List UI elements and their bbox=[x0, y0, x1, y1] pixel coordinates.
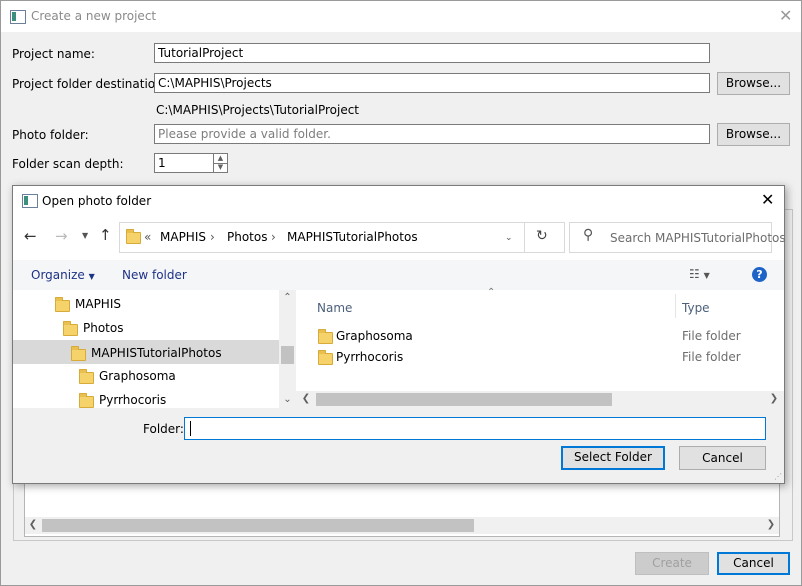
tree-item-label: Graphosoma bbox=[99, 369, 176, 383]
tree-item-maphis[interactable]: MAPHIS bbox=[55, 294, 279, 314]
picker-close-icon[interactable]: ✕ bbox=[761, 190, 774, 209]
file-horizontal-scrollbar[interactable]: ❮ ❯ bbox=[296, 391, 784, 408]
scroll-right-icon[interactable]: ❯ bbox=[768, 393, 780, 404]
folder-icon bbox=[55, 297, 70, 312]
column-divider[interactable] bbox=[675, 294, 676, 318]
column-header-name[interactable]: Name bbox=[317, 301, 352, 315]
tree-item-label: MAPHISTutorialPhotos bbox=[91, 346, 222, 360]
folder-label: Folder: bbox=[143, 422, 184, 436]
scan-depth-input[interactable]: 1 bbox=[154, 153, 214, 173]
scroll-down-icon[interactable]: ⌄ bbox=[281, 394, 294, 405]
address-overflow[interactable]: « bbox=[144, 230, 151, 244]
scroll-right-icon[interactable]: ❯ bbox=[765, 519, 777, 530]
file-name: Pyrrhocoris bbox=[336, 350, 404, 364]
file-list: ⌃ Name Type Graphosoma File folder Pyrrh… bbox=[296, 287, 784, 408]
address-divider bbox=[524, 223, 525, 252]
tree-item-pyrrhocoris[interactable]: Pyrrhocoris bbox=[79, 390, 279, 408]
text-cursor bbox=[190, 421, 191, 436]
crumb-separator-icon: › bbox=[210, 230, 215, 244]
file-name: Graphosoma bbox=[336, 329, 413, 343]
tree-item-tutorial-photos[interactable]: MAPHISTutorialPhotos bbox=[13, 340, 279, 364]
file-type: File folder bbox=[682, 350, 741, 364]
project-name-input[interactable]: TutorialProject bbox=[154, 43, 710, 63]
resize-grip-icon[interactable]: ⋰ bbox=[774, 472, 782, 481]
picker-app-icon bbox=[22, 194, 38, 208]
scan-depth-stepper[interactable]: ▲ ▼ bbox=[213, 153, 228, 173]
recent-locations-chevron-icon[interactable]: ▼ bbox=[82, 231, 88, 240]
picker-cancel-button[interactable]: Cancel bbox=[679, 446, 766, 470]
address-dropdown-chevron-icon[interactable]: ⌄ bbox=[505, 233, 513, 243]
navigation-tree: MAPHIS Photos MAPHISTutorialPhotos Graph… bbox=[13, 290, 279, 408]
select-folder-button[interactable]: Select Folder bbox=[561, 446, 665, 470]
search-box[interactable]: ⚲ Search MAPHISTutorialPhotos bbox=[569, 222, 786, 253]
picker-title: Open photo folder bbox=[42, 194, 152, 208]
tree-item-label: Pyrrhocoris bbox=[99, 393, 167, 407]
horizontal-scrollbar[interactable]: ❮ ❯ bbox=[25, 517, 779, 534]
new-folder-button[interactable]: New folder bbox=[122, 268, 187, 282]
photo-folder-input[interactable]: Please provide a valid folder. bbox=[154, 124, 710, 144]
file-type: File folder bbox=[682, 329, 741, 343]
refresh-icon[interactable]: ↻ bbox=[536, 228, 548, 244]
resolved-project-path: C:\MAPHIS\Projects\TutorialProject bbox=[156, 103, 360, 117]
folder-icon bbox=[79, 369, 94, 384]
file-scroll-thumb[interactable] bbox=[316, 393, 612, 406]
help-icon[interactable]: ? bbox=[752, 267, 767, 282]
tree-vertical-scrollbar[interactable]: ⌃ ⌄ bbox=[279, 290, 296, 408]
file-row[interactable]: Pyrrhocoris File folder bbox=[316, 347, 776, 367]
crumb-separator-icon: › bbox=[271, 230, 276, 244]
project-folder-input[interactable]: C:\MAPHIS\Projects bbox=[154, 73, 710, 93]
dialog-title: Create a new project bbox=[31, 9, 157, 23]
open-photo-folder-dialog: Open photo folder ✕ ← → ▼ ↑ « MAPHIS › P… bbox=[12, 185, 786, 484]
tree-scroll-thumb[interactable] bbox=[281, 346, 294, 364]
address-bar[interactable]: « MAPHIS › Photos › MAPHISTutorialPhotos… bbox=[119, 222, 565, 253]
app-icon bbox=[10, 10, 26, 24]
tree-item-photos[interactable]: Photos bbox=[63, 318, 279, 338]
up-arrow-icon[interactable]: ↑ bbox=[99, 226, 112, 244]
tree-item-label: Photos bbox=[83, 321, 124, 335]
column-header-type[interactable]: Type bbox=[682, 301, 710, 315]
browse-project-folder-button[interactable]: Browse... bbox=[717, 72, 790, 95]
folder-icon bbox=[63, 321, 78, 336]
picker-title-bar: Open photo folder ✕ bbox=[13, 186, 784, 216]
forward-arrow-icon[interactable]: → bbox=[55, 227, 68, 245]
scroll-up-icon[interactable]: ⌃ bbox=[281, 292, 294, 303]
organize-chevron-icon: ▼ bbox=[88, 272, 95, 281]
back-arrow-icon[interactable]: ← bbox=[24, 227, 37, 245]
search-icon: ⚲ bbox=[583, 227, 594, 243]
command-bar: Organize ▼ New folder ☷ ▼ ? bbox=[13, 260, 784, 290]
folder-icon bbox=[318, 329, 333, 344]
tree-item-label: MAPHIS bbox=[75, 297, 121, 311]
scroll-thumb[interactable] bbox=[42, 519, 474, 532]
file-row[interactable]: Graphosoma File folder bbox=[316, 326, 776, 346]
search-placeholder: Search MAPHISTutorialPhotos bbox=[610, 231, 786, 245]
folder-input[interactable] bbox=[184, 417, 766, 440]
tree-item-graphosoma[interactable]: Graphosoma bbox=[79, 366, 279, 386]
photo-folder-label: Photo folder: bbox=[12, 128, 89, 142]
browse-photo-folder-button[interactable]: Browse... bbox=[717, 123, 790, 146]
browser-panes: MAPHIS Photos MAPHISTutorialPhotos Graph… bbox=[13, 287, 784, 408]
main-cancel-button[interactable]: Cancel bbox=[717, 552, 790, 575]
scroll-left-icon[interactable]: ❮ bbox=[300, 393, 312, 404]
title-bar: Create a new project ✕ bbox=[1, 1, 801, 32]
folder-icon bbox=[79, 393, 94, 408]
close-icon[interactable]: ✕ bbox=[779, 6, 792, 25]
crumb-photos[interactable]: Photos bbox=[227, 230, 267, 244]
scroll-left-icon[interactable]: ❮ bbox=[27, 519, 39, 530]
folder-icon bbox=[71, 346, 86, 361]
project-folder-label: Project folder destination: bbox=[12, 77, 167, 91]
create-button[interactable]: Create bbox=[635, 552, 709, 575]
photo-list: ❮ ❯ bbox=[24, 483, 780, 537]
navigation-bar: ← → ▼ ↑ « MAPHIS › Photos › MAPHISTutori… bbox=[13, 216, 786, 260]
address-folder-icon bbox=[126, 229, 141, 244]
sort-ascending-icon: ⌃ bbox=[487, 287, 496, 298]
crumb-maphis[interactable]: MAPHIS bbox=[160, 230, 206, 244]
scan-depth-label: Folder scan depth: bbox=[12, 157, 124, 171]
crumb-tutorial-photos[interactable]: MAPHISTutorialPhotos bbox=[287, 230, 418, 244]
view-options-icon[interactable]: ☷ ▼ bbox=[689, 267, 710, 281]
organize-label: Organize bbox=[31, 268, 85, 282]
folder-icon bbox=[318, 350, 333, 365]
stepper-down-icon[interactable]: ▼ bbox=[214, 163, 227, 172]
organize-button[interactable]: Organize ▼ bbox=[31, 268, 95, 282]
project-name-label: Project name: bbox=[12, 47, 95, 61]
